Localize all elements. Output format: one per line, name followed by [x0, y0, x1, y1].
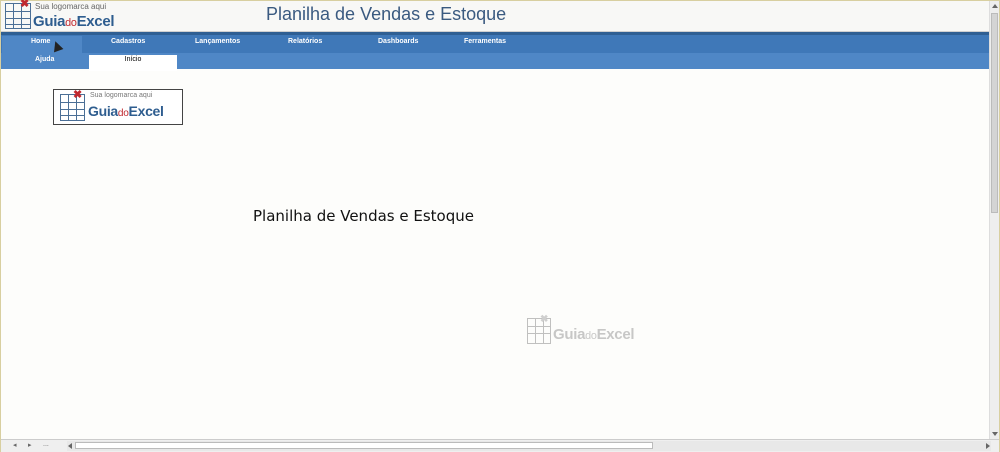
cross-mark-icon: ✖ — [20, 0, 30, 10]
scroll-down-icon[interactable] — [992, 432, 998, 436]
watermark-part-1: Guia — [553, 326, 586, 343]
header-logo: ✖ Sua logomarca aqui GuiadoExcel — [4, 0, 134, 32]
tab-relatorios[interactable]: Relatórios — [288, 38, 322, 45]
brand-part-3: Excel — [128, 103, 164, 119]
logo-tagline: Sua logomarca aqui — [35, 2, 107, 11]
scroll-right-icon[interactable] — [986, 443, 990, 449]
watermark-part-2: do — [585, 330, 597, 342]
cross-mark-icon: ✖ — [73, 89, 83, 101]
logo-brand: GuiadoExcel — [88, 103, 164, 119]
watermark-brand: GuiadoExcel — [553, 326, 635, 343]
app-title: Planilha de Vendas e Estoque — [266, 4, 507, 24]
tab-lancamentos[interactable]: Lançamentos — [195, 38, 240, 45]
ribbon-tabs: Home Cadastros Lançamentos Relatórios Da… — [1, 35, 999, 53]
sheet-prev-button[interactable]: ◂ — [13, 441, 17, 449]
sheet-tab-bar: ◂ ▸ ... — [1, 439, 999, 452]
app-window: ✖ Sua logomarca aqui GuiadoExcel Planilh… — [0, 0, 1000, 452]
tab-cadastros[interactable]: Cadastros — [111, 38, 145, 45]
ribbon-subtabs: Ajuda Início — [1, 53, 999, 72]
sheet-more-button[interactable]: ... — [43, 441, 49, 448]
cross-mark-icon: ✖ — [540, 314, 549, 325]
brand-part-2: do — [65, 17, 77, 29]
subtab-inicio[interactable]: Início — [89, 55, 177, 71]
brand-part-2: do — [117, 108, 129, 119]
logo-tagline: Sua logomarca aqui — [90, 92, 153, 99]
scroll-left-icon[interactable] — [68, 443, 72, 449]
brand-part-3: Excel — [76, 13, 115, 30]
header: ✖ Sua logomarca aqui GuiadoExcel Planilh… — [1, 0, 999, 32]
tab-dashboards[interactable]: Dashboards — [378, 38, 418, 45]
scroll-up-icon[interactable] — [992, 4, 998, 8]
vertical-scroll-thumb[interactable] — [991, 13, 998, 213]
page-title: Planilha de Vendas e Estoque — [253, 207, 474, 225]
tab-ferramentas[interactable]: Ferramentas — [464, 38, 506, 45]
vertical-scrollbar[interactable] — [989, 1, 999, 439]
horizontal-scrollbar[interactable] — [67, 441, 991, 451]
main-logo[interactable]: ✖ Sua logomarca aqui GuiadoExcel — [53, 89, 183, 125]
brand-part-1: Guia — [88, 103, 118, 119]
watermark-logo: ✖ GuiadoExcel — [525, 314, 655, 347]
sheet-next-button[interactable]: ▸ — [28, 441, 32, 449]
subtab-ajuda[interactable]: Ajuda — [35, 56, 54, 63]
ribbon: Home Cadastros Lançamentos Relatórios Da… — [1, 32, 999, 72]
horizontal-scroll-thumb[interactable] — [75, 442, 653, 449]
tab-home[interactable]: Home — [31, 38, 50, 45]
watermark-part-3: Excel — [596, 326, 635, 343]
logo-brand: GuiadoExcel — [33, 13, 115, 32]
brand-part-1: Guia — [33, 13, 66, 30]
